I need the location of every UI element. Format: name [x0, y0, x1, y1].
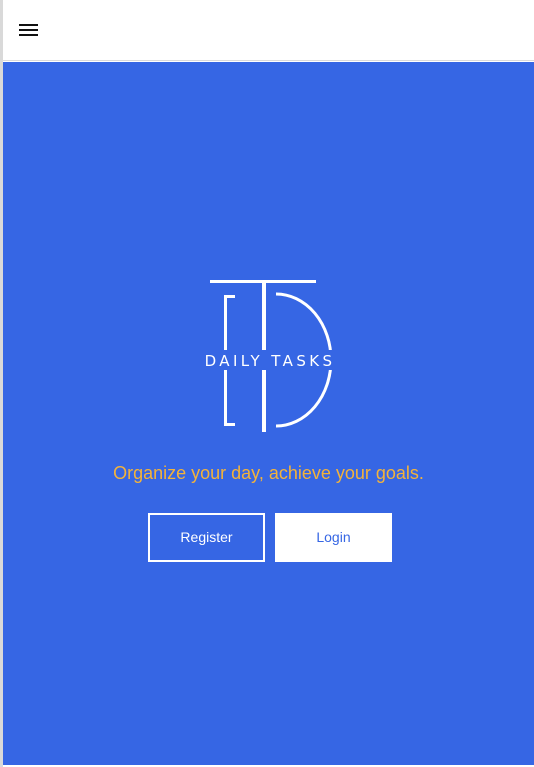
daily-tasks-logo: DAILY TASKS [197, 278, 343, 434]
register-button[interactable]: Register [148, 513, 265, 562]
login-button[interactable]: Login [275, 513, 392, 562]
tagline: Organize your day, achieve your goals. [113, 463, 424, 483]
app-root: DAILY TASKS Organize your day, achieve y… [0, 0, 534, 767]
logo-monogram-icon: DAILY TASKS [197, 280, 343, 432]
top-bar [3, 0, 534, 61]
hamburger-menu-icon[interactable] [19, 21, 38, 37]
logo-wordmark: DAILY TASKS [205, 352, 336, 370]
hero-section: DAILY TASKS Organize your day, achieve y… [3, 62, 534, 765]
